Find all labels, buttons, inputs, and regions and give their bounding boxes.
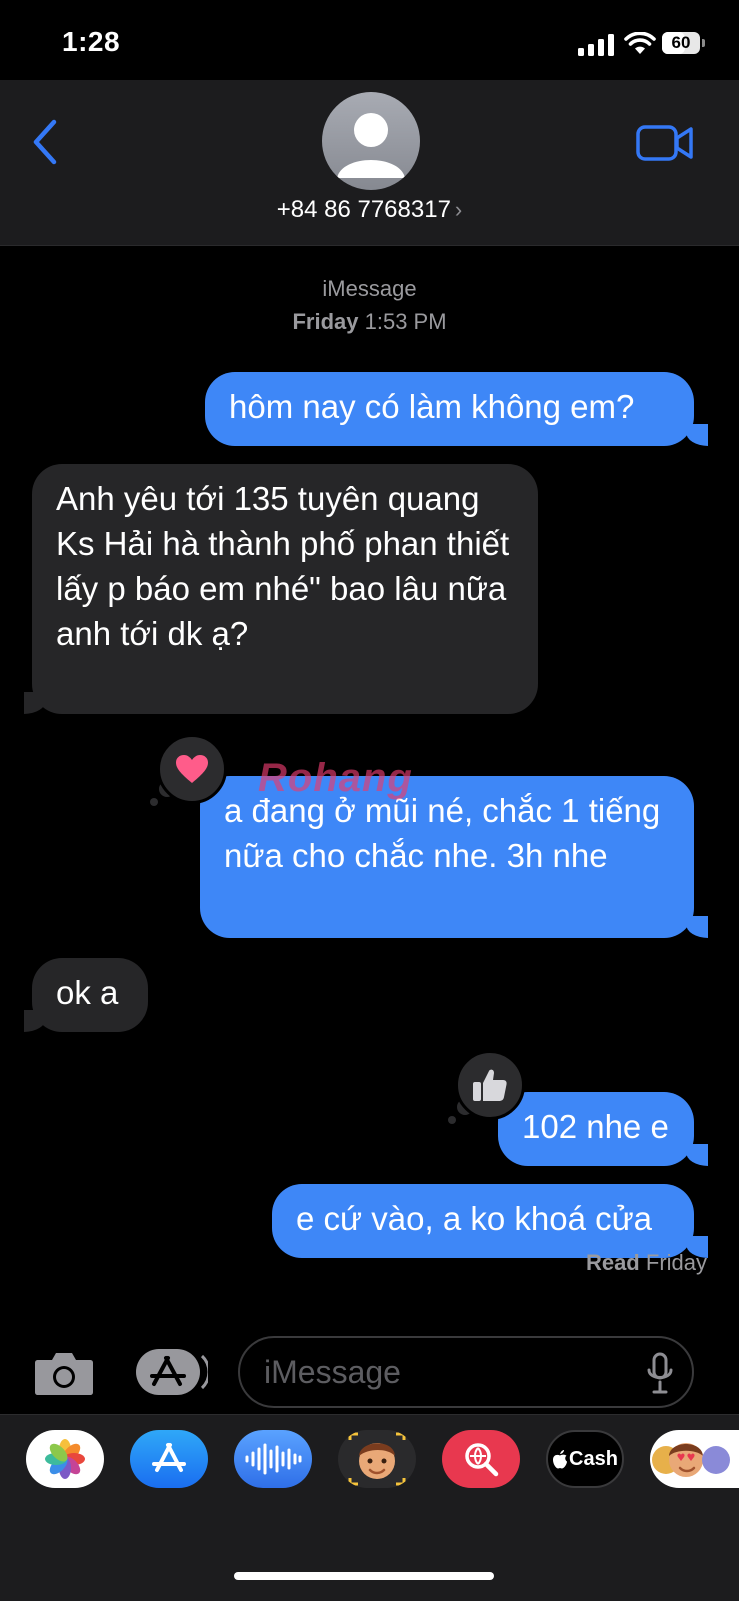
message-bubble-outgoing[interactable]: 102 nhe e — [498, 1092, 694, 1166]
message-text: a đang ở mũi né, chắc 1 tiếng nữa cho ch… — [224, 792, 661, 874]
watermark-logo: Rohang — [258, 756, 413, 800]
message-text: Anh yêu tới 135 tuyên quang Ks Hải hà th… — [56, 480, 510, 652]
apple-logo-icon — [553, 1450, 568, 1469]
message-input-placeholder: iMessage — [264, 1354, 401, 1390]
memoji-app-icon[interactable] — [338, 1430, 416, 1488]
read-day: Friday — [645, 1250, 707, 1275]
message-text: ok a — [56, 974, 119, 1011]
image-search-icon[interactable] — [442, 1430, 520, 1488]
facetime-video-button[interactable] — [636, 124, 694, 162]
message-text: hôm nay có làm không em? — [229, 388, 635, 425]
message-bubble-incoming[interactable]: Anh yêu tới 135 tuyên quang Ks Hải hà th… — [32, 464, 538, 714]
contact-name[interactable]: +84 86 7768317 › — [0, 196, 739, 224]
battery-indicator: 60 — [662, 32, 708, 56]
apple-cash-icon[interactable]: Cash — [546, 1430, 624, 1488]
timestamp-time: 1:53 PM — [364, 309, 447, 334]
microphone-icon[interactable] — [646, 1352, 674, 1394]
message-text: 102 nhe e — [522, 1108, 669, 1145]
service-label: iMessage — [322, 276, 417, 301]
memoji-stickers-icon[interactable] — [650, 1430, 739, 1488]
message-bubble-outgoing[interactable]: e cứ vào, a ko khoá cửa — [272, 1184, 694, 1258]
cellular-signal-icon — [578, 34, 614, 56]
message-bubble-incoming[interactable]: ok a — [32, 958, 148, 1032]
heart-icon — [176, 755, 208, 783]
message-text: e cứ vào, a ko khoá cửa — [296, 1200, 653, 1237]
tapback-heart[interactable] — [157, 734, 227, 804]
app-store-icon[interactable] — [130, 1430, 208, 1488]
status-time: 1:28 — [62, 26, 121, 57]
app-store-apps-button[interactable] — [136, 1348, 208, 1396]
read-label: Read — [585, 1250, 640, 1275]
timestamp-day: Friday — [292, 309, 359, 334]
chevron-right-icon: › — [454, 197, 463, 222]
tapback-thumbs-up[interactable] — [455, 1050, 525, 1120]
message-input[interactable]: iMessage — [238, 1336, 694, 1408]
thumbs-up-icon — [473, 1069, 507, 1101]
back-button[interactable] — [28, 118, 62, 166]
message-bubble-outgoing[interactable]: hôm nay có làm không em? — [205, 372, 694, 446]
battery-level: 60 — [671, 33, 691, 52]
photos-app-icon[interactable] — [26, 1430, 104, 1488]
person-silhouette-icon — [337, 113, 405, 178]
apple-cash-label: Cash — [569, 1447, 618, 1470]
audio-message-icon[interactable] — [234, 1430, 312, 1488]
camera-button[interactable] — [34, 1350, 94, 1396]
home-indicator — [234, 1572, 494, 1580]
contact-avatar[interactable] — [322, 92, 420, 190]
contact-number: +84 86 7768317 — [276, 196, 451, 223]
wifi-icon — [624, 32, 656, 54]
read-receipt: Read Friday — [586, 1250, 707, 1276]
timestamp: Friday 1:53 PM — [0, 309, 739, 335]
